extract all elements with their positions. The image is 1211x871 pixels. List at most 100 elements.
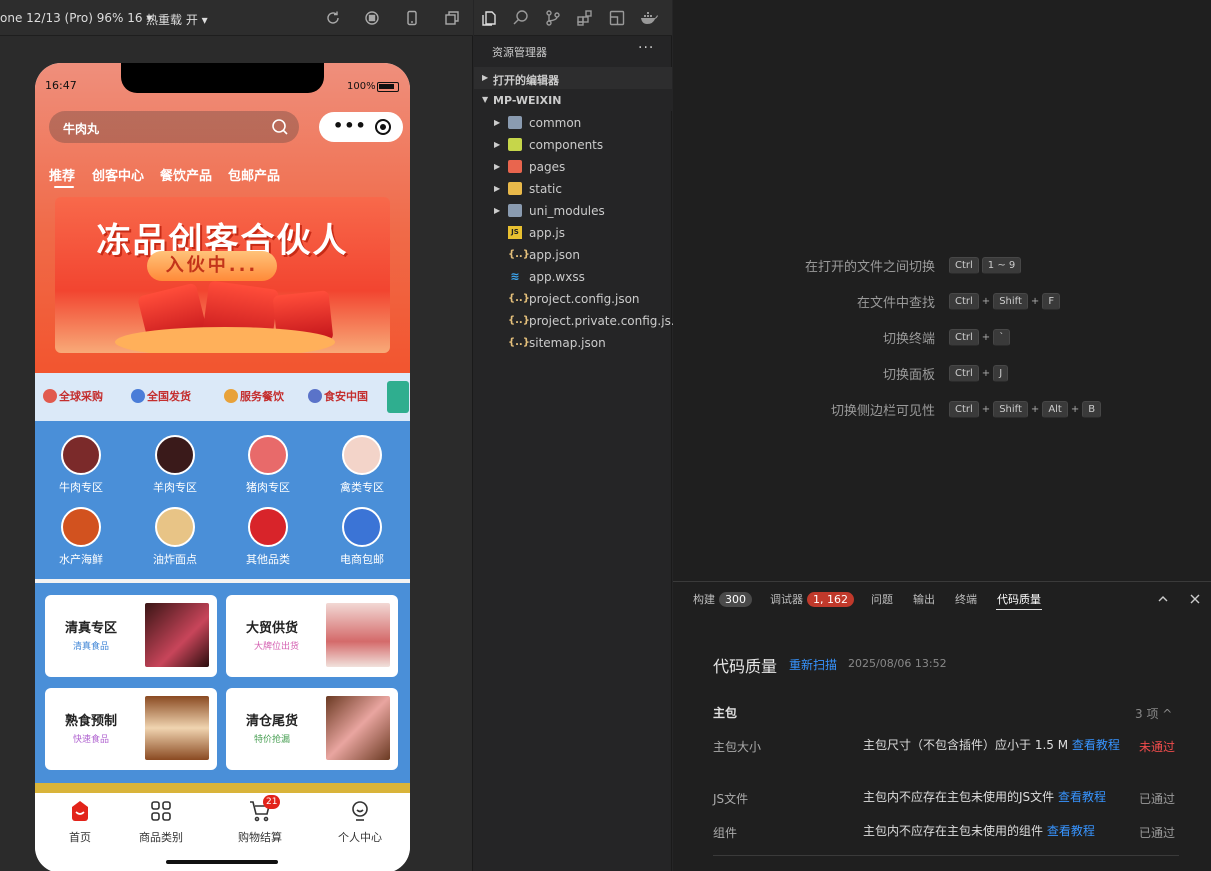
keycap: `	[993, 329, 1011, 346]
tree-folder-static[interactable]: ▶ static	[474, 178, 672, 200]
category-image	[342, 507, 382, 547]
miniprogram-capsule[interactable]: •••	[319, 112, 403, 142]
feature-item: 全国发货	[131, 388, 191, 404]
category-seafood[interactable]: 水产海鲜	[41, 507, 121, 567]
section-open-editors[interactable]: ▶ 打开的编辑器	[474, 67, 672, 89]
extensions-icon[interactable]	[576, 9, 594, 27]
category-lamb[interactable]: 羊肉专区	[135, 435, 215, 495]
promo-image	[326, 603, 390, 667]
phone-notch	[121, 63, 324, 93]
panel-tab-debugger[interactable]: 调试器 1, 162	[770, 591, 854, 607]
keycap: Ctrl	[949, 293, 979, 310]
simulator-toolbar: one 12/13 (Pro) 96% 16 ▾ 热重载 开 ▾	[0, 0, 473, 36]
tabbar-home[interactable]: 首页	[35, 799, 125, 845]
keycap: Shift	[993, 401, 1028, 418]
category-pork[interactable]: 猪肉专区	[228, 435, 308, 495]
view-tutorial-link[interactable]: 查看教程	[1058, 790, 1106, 804]
feature-item: 食安中国	[308, 388, 368, 404]
shortcut-keys: Ctrl 1 ~ 9	[949, 257, 1024, 274]
search-icon[interactable]	[271, 118, 289, 136]
promo-image	[145, 696, 209, 760]
tree-file-project-private-config[interactable]: {..} project.private.config.js...	[474, 310, 682, 332]
promo-banner[interactable]: 冻品创客合伙人 入伙中...	[55, 197, 390, 353]
check-description: 主包内不应存在主包未使用的组件 查看教程	[863, 824, 1095, 838]
category-grid: 牛肉专区 羊肉专区 猪肉专区 禽类专区 水产海鲜 油炸面点 其他品类 电商包邮	[35, 421, 410, 579]
rescan-link[interactable]: 重新扫描	[789, 656, 837, 673]
banner-pill: 入伙中...	[147, 251, 277, 281]
header-tab-free-shipping[interactable]: 包邮产品	[228, 165, 280, 184]
phone-icon[interactable]	[404, 10, 420, 26]
tabbar-categories[interactable]: 商品类别	[116, 799, 206, 845]
refresh-icon[interactable]	[325, 10, 341, 26]
explorer-icon[interactable]	[480, 9, 498, 27]
panel-tab-output[interactable]: 输出	[913, 591, 935, 607]
item-count-toggle[interactable]: 3 项 ^	[1135, 705, 1172, 722]
folder-icon	[508, 204, 522, 217]
keycap: J	[993, 365, 1009, 382]
header-tab-recommend[interactable]: 推荐	[49, 165, 75, 184]
feature-item: 服务餐饮	[224, 388, 284, 404]
docker-icon[interactable]	[640, 9, 658, 27]
chevron-up-icon[interactable]	[1156, 592, 1170, 606]
folder-icon	[508, 138, 522, 151]
tabbar-profile[interactable]: 个人中心	[315, 799, 405, 845]
search-bar[interactable]: 牛肉丸	[49, 111, 299, 143]
cart-badge: 21	[263, 795, 281, 809]
more-actions-icon[interactable]: ···	[638, 40, 654, 56]
tree-folder-pages[interactable]: ▶ pages	[474, 156, 672, 178]
tree-folder-uni-modules[interactable]: ▶ uni_modules	[474, 200, 672, 222]
category-image	[61, 507, 101, 547]
panel-tab-terminal[interactable]: 终端	[955, 591, 977, 607]
view-tutorial-link[interactable]: 查看教程	[1047, 824, 1095, 838]
tabbar-cart[interactable]: 购物结算	[215, 799, 305, 845]
search-icon[interactable]	[512, 9, 530, 27]
tree-file-project-config[interactable]: {..} project.config.json	[474, 288, 672, 310]
tree-file-sitemap[interactable]: {..} sitemap.json	[474, 332, 672, 354]
feature-strip: 全球采购 全国发货 服务餐饮 食安中国	[35, 373, 410, 421]
keycap: Shift	[993, 293, 1028, 310]
panel-tab-problems[interactable]: 问题	[871, 591, 893, 607]
category-ecommerce[interactable]: 电商包邮	[322, 507, 402, 567]
header-tab-catering[interactable]: 餐饮产品	[160, 165, 212, 184]
hot-reload-toggle[interactable]: 热重载 开 ▾	[146, 11, 208, 28]
panel-scrollbar[interactable]	[1199, 602, 1209, 852]
panel-tab-build[interactable]: 构建 300	[693, 591, 752, 607]
shortcut-keys: Ctrl + Shift + Alt + B	[949, 401, 1104, 418]
category-poultry[interactable]: 禽类专区	[322, 435, 402, 495]
view-tutorial-link[interactable]: 查看教程	[1072, 738, 1120, 752]
json-file-icon: {..}	[508, 249, 530, 260]
promo-card-halal[interactable]: 清真专区 清真食品	[45, 595, 217, 677]
category-fried-dough[interactable]: 油炸面点	[135, 507, 215, 567]
detach-window-icon[interactable]	[444, 10, 460, 26]
chevron-right-icon: ▶	[494, 206, 501, 215]
phone-screen: 16:47 100% 牛肉丸 ••• 推荐 创客中心 餐饮产品 包邮产品 冻品创…	[35, 63, 410, 871]
panel-tab-code-quality[interactable]: 代码质量	[997, 591, 1041, 607]
check-name: 组件	[713, 826, 738, 840]
category-other[interactable]: 其他品类	[228, 507, 308, 567]
tree-folder-common[interactable]: ▶ common	[474, 112, 672, 134]
category-beef[interactable]: 牛肉专区	[41, 435, 121, 495]
source-control-icon[interactable]	[544, 9, 562, 27]
json-file-icon: {..}	[508, 337, 530, 348]
tree-folder-components[interactable]: ▶ components	[474, 134, 672, 156]
feature-item: 全球采购	[43, 388, 103, 404]
promo-card-prepared-food[interactable]: 熟食预制 快速食品	[45, 688, 217, 770]
promo-card-bulk-supply[interactable]: 大贸供货 大牌位出货	[226, 595, 398, 677]
tree-file-app-json[interactable]: {..} app.json	[474, 244, 672, 266]
tree-file-app-js[interactable]: JS app.js	[474, 222, 672, 244]
food-icon	[224, 389, 238, 403]
close-miniprogram-icon[interactable]	[375, 119, 391, 135]
tree-file-app-wxss[interactable]: ≋ app.wxss	[474, 266, 672, 288]
js-file-icon: JS	[508, 226, 522, 239]
section-project[interactable]: ▼ MP-WEIXIN	[474, 89, 672, 111]
check-name: JS文件	[713, 792, 749, 806]
shortcut-label: 在文件中查找	[856, 296, 935, 311]
stop-icon[interactable]	[364, 10, 380, 26]
keycap: 1 ~ 9	[981, 257, 1022, 274]
device-selector[interactable]: one 12/13 (Pro) 96% 16 ▾	[0, 11, 152, 25]
header-tab-maker-center[interactable]: 创客中心	[92, 165, 144, 184]
battery-icon	[377, 82, 399, 92]
remote-icon[interactable]	[608, 9, 626, 27]
more-menu-icon[interactable]: •••	[333, 116, 367, 135]
promo-card-clearance[interactable]: 清仓尾货 特价抢漏	[226, 688, 398, 770]
